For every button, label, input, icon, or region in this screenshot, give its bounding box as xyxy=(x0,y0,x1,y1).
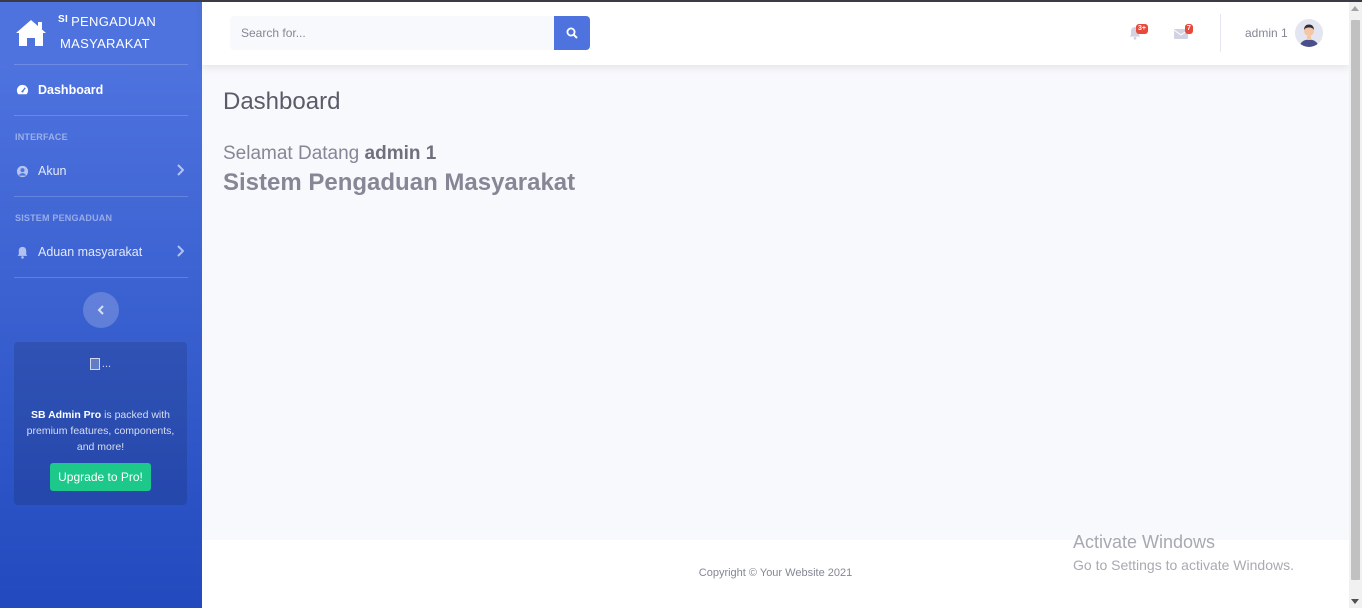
user-avatar-icon xyxy=(1295,19,1323,47)
window-top-border xyxy=(0,0,1362,2)
activate-windows-subtitle: Go to Settings to activate Windows. xyxy=(1073,557,1294,573)
tachometer-icon xyxy=(16,84,29,97)
scroll-thumb[interactable] xyxy=(1351,20,1360,580)
promo-image: ... xyxy=(89,356,112,372)
brand-text: SI PENGADUAN MASYARAKAT xyxy=(58,11,156,55)
page-scrollbar[interactable] xyxy=(1349,2,1362,608)
app-name-heading: Sistem Pengaduan Masyarakat xyxy=(223,169,576,196)
brand-line2: MASYARAKAT xyxy=(60,36,150,51)
search-icon xyxy=(566,27,578,39)
sidebar-brand[interactable]: SI PENGADUAN MASYARAKAT xyxy=(0,2,202,64)
sidebar-item-akun[interactable]: Akun xyxy=(0,146,202,196)
topbar-divider xyxy=(1220,14,1221,52)
search-input[interactable]: Search for... xyxy=(230,16,554,50)
upgrade-button[interactable]: Upgrade to Pro! xyxy=(50,463,151,491)
brand-line1: PENGADUAN xyxy=(71,14,157,29)
bell-icon xyxy=(16,246,29,259)
sidebar-divider xyxy=(14,277,188,278)
sidebar-heading-sistem: SISTEM PENGADUAN xyxy=(15,213,113,223)
sidebar-item-label: Aduan masyarakat xyxy=(38,245,143,259)
sidebar-item-label: Dashboard xyxy=(38,83,104,97)
user-name[interactable]: admin 1 xyxy=(1245,26,1288,40)
activate-windows-title: Activate Windows xyxy=(1073,532,1216,552)
sidebar-toggle-button[interactable] xyxy=(83,292,119,328)
chevron-right-icon xyxy=(177,164,184,176)
chevron-left-icon xyxy=(97,305,104,315)
sidebar: SI PENGADUAN MASYARAKAT Dashboard INTERFA… xyxy=(0,2,202,608)
welcome-prefix: Selamat Datang xyxy=(223,143,365,164)
sidebar-item-aduan[interactable]: Aduan masyarakat xyxy=(0,227,202,277)
page-title: Dashboard xyxy=(223,88,341,115)
promo-strong: SB Admin Pro xyxy=(30,409,102,421)
alerts-dropdown[interactable]: 3+ xyxy=(1124,2,1158,65)
sidebar-heading-interface: INTERFACE xyxy=(15,132,68,142)
avatar[interactable] xyxy=(1295,19,1323,47)
user-circle-icon xyxy=(16,165,29,178)
messages-badge: 7 xyxy=(1185,24,1193,34)
messages-dropdown[interactable]: 7 xyxy=(1170,2,1204,65)
chevron-right-icon xyxy=(177,245,184,257)
scroll-down-arrow-icon[interactable] xyxy=(1351,599,1359,604)
scroll-up-arrow-icon[interactable] xyxy=(1351,6,1359,11)
sidebar-item-dashboard[interactable]: Dashboard xyxy=(0,65,202,115)
topbar: Search for... 3+ 7 admin 1 xyxy=(202,2,1349,65)
welcome-text: Selamat Datang admin 1 xyxy=(223,143,436,165)
broken-image-icon xyxy=(89,358,100,370)
brand-sup: SI xyxy=(58,14,69,25)
promo-image-alt: ... xyxy=(101,358,112,370)
search-button[interactable] xyxy=(554,16,590,50)
sidebar-item-label: Akun xyxy=(38,164,67,178)
welcome-user: admin 1 xyxy=(364,143,437,164)
alerts-badge: 3+ xyxy=(1136,24,1148,34)
promo-card: ... SB Admin Pro is packed with premium … xyxy=(14,342,187,505)
promo-text: SB Admin Pro is packed with premium feat… xyxy=(14,407,187,455)
